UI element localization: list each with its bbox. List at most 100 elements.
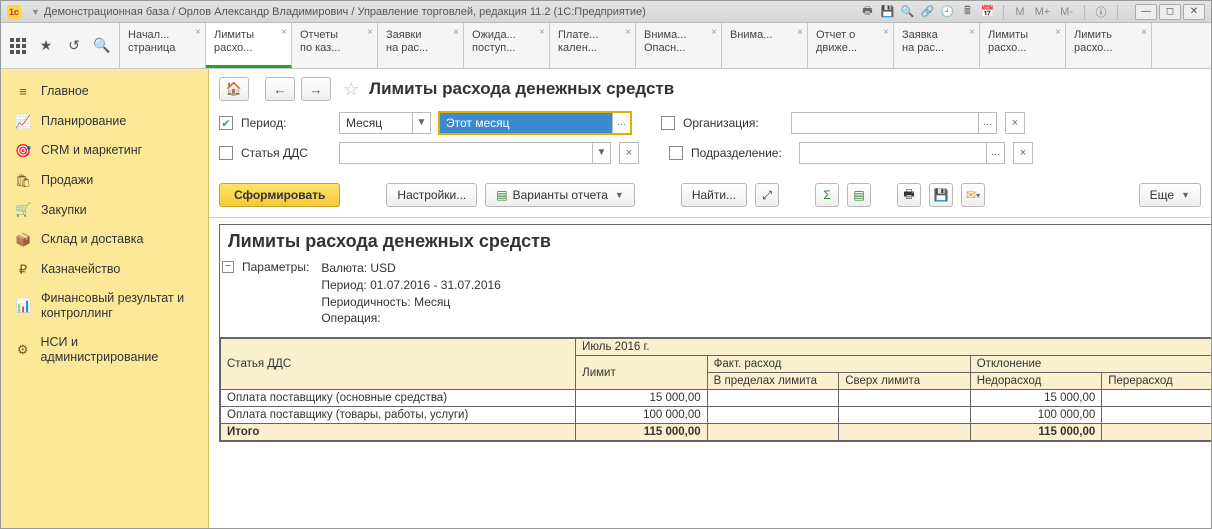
ellipsis-icon[interactable]: … — [612, 113, 630, 133]
calc-icon[interactable]: 🖩 — [960, 5, 974, 19]
generate-button[interactable]: Сформировать — [219, 183, 340, 207]
tab-close-icon[interactable]: × — [453, 27, 459, 39]
chevron-down-icon[interactable]: ▼ — [592, 143, 610, 163]
tab-6[interactable]: ×Внима...Опасн... — [636, 23, 722, 68]
history-icon[interactable]: ↺ — [65, 37, 83, 55]
sidebar-item-1[interactable]: 📈Планирование — [1, 107, 208, 137]
mail-icon[interactable]: ✉▾ — [961, 183, 985, 207]
sidebar-item-3[interactable]: 🛍Продажи — [1, 166, 208, 196]
tab-9[interactable]: ×Заявкана рас... — [894, 23, 980, 68]
tab-2[interactable]: ×Отчетыпо каз... — [292, 23, 378, 68]
titlebar-tools: 🖶 💾 🔍 🔗 🕘 🖩 📅 M M+ M- ⓘ — ◻ ✕ — [860, 4, 1205, 20]
sidebar-icon: 🎯 — [15, 143, 31, 159]
sidebar-item-0[interactable]: ≡Главное — [1, 77, 208, 107]
sum-icon[interactable]: Σ — [815, 183, 839, 207]
sidebar-item-label: Планирование — [41, 114, 126, 129]
table-row[interactable]: Оплата поставщику (товары, работы, услуг… — [221, 407, 1212, 424]
tab-close-icon[interactable]: × — [625, 27, 631, 39]
period-value-combo[interactable]: Этот месяц… — [439, 112, 631, 134]
tab-close-icon[interactable]: × — [367, 27, 373, 39]
settings-button[interactable]: Настройки... — [386, 183, 477, 207]
forward-button[interactable]: → — [301, 77, 331, 101]
tab-close-icon[interactable]: × — [969, 27, 975, 39]
table-row[interactable]: Оплата поставщику (основные средства) 15… — [221, 390, 1212, 407]
search-icon[interactable]: 🔍 — [900, 5, 914, 19]
favorite-star-icon[interactable]: ☆ — [343, 79, 359, 100]
favorites-icon[interactable]: ★ — [37, 37, 55, 55]
sidebar-icon: ≡ — [15, 84, 31, 100]
col-month: Июль 2016 г. — [576, 339, 1211, 356]
tab-close-icon[interactable]: × — [1055, 27, 1061, 39]
app-window: 1c ▼ Демонстрационная база / Орлов Алекс… — [0, 0, 1212, 529]
print-report-icon[interactable]: 🖶 — [897, 183, 921, 207]
sidebar-item-5[interactable]: 📦Склад и доставка — [1, 225, 208, 255]
dds-clear-button[interactable]: × — [619, 142, 639, 164]
dept-checkbox[interactable] — [669, 146, 683, 160]
back-button[interactable]: ← — [265, 77, 295, 101]
tab-3[interactable]: ×Заявкина рас... — [378, 23, 464, 68]
chart-icon[interactable]: ▤ — [847, 183, 871, 207]
link-icon[interactable]: 🔗 — [920, 5, 934, 19]
search-tabs-icon[interactable]: 🔍 — [93, 37, 111, 55]
tab-close-icon[interactable]: × — [281, 27, 287, 39]
tab-close-icon[interactable]: × — [539, 27, 545, 39]
period-checkbox[interactable]: ✔ — [219, 116, 233, 130]
find-button[interactable]: Найти... — [681, 183, 747, 207]
tab-5[interactable]: ×Плате...кален... — [550, 23, 636, 68]
dept-label: Подразделение: — [691, 146, 791, 160]
print-icon[interactable]: 🖶 — [860, 5, 874, 19]
tab-close-icon[interactable]: × — [711, 27, 717, 39]
mem-mminus[interactable]: M- — [1058, 6, 1075, 18]
org-checkbox[interactable] — [661, 116, 675, 130]
org-clear-button[interactable]: × — [1005, 112, 1025, 134]
calendar-icon[interactable]: 📅 — [980, 5, 994, 19]
report-variants-button[interactable]: ▤Варианты отчета▼ — [485, 183, 635, 207]
save-icon[interactable]: 💾 — [880, 5, 894, 19]
page-title: Лимиты расхода денежных средств — [369, 79, 674, 99]
close-button[interactable]: ✕ — [1183, 4, 1205, 20]
tab-10[interactable]: ×Лимитырасхо... — [980, 23, 1066, 68]
tab-close-icon[interactable]: × — [883, 27, 889, 39]
minimize-button[interactable]: — — [1135, 4, 1157, 20]
sidebar-item-8[interactable]: ⚙НСИ и администрирование — [1, 328, 208, 372]
ellipsis-icon[interactable]: … — [986, 143, 1004, 163]
dds-checkbox[interactable] — [219, 146, 233, 160]
tab-close-icon[interactable]: × — [1141, 27, 1147, 39]
dds-combo[interactable]: ▼ — [339, 142, 611, 164]
mem-m[interactable]: M — [1013, 6, 1026, 18]
sidebar-item-6[interactable]: ₽Казначейство — [1, 255, 208, 285]
tab-0[interactable]: ×Начал...страница — [120, 23, 206, 68]
org-combo[interactable]: … — [791, 112, 997, 134]
expand-icon[interactable]: ⤢ — [755, 183, 779, 207]
tab-close-icon[interactable]: × — [195, 27, 201, 39]
ellipsis-icon[interactable]: … — [978, 113, 996, 133]
mem-mplus[interactable]: M+ — [1033, 6, 1053, 18]
params-collapse-button[interactable]: − — [222, 261, 234, 273]
tab-4[interactable]: ×Ожида...поступ... — [464, 23, 550, 68]
tabs-left-tools: ★ ↺ 🔍 — [1, 23, 120, 68]
apps-grid-icon[interactable] — [9, 37, 27, 55]
tab-1[interactable]: ×Лимитырасхо... — [206, 23, 292, 68]
dept-combo[interactable]: … — [799, 142, 1005, 164]
tab-close-icon[interactable]: × — [797, 27, 803, 39]
tab-11[interactable]: ×Лимитьрасхо... — [1066, 23, 1152, 68]
app-icon: 1c — [7, 5, 21, 19]
clock-icon[interactable]: 🕘 — [940, 5, 954, 19]
dept-clear-button[interactable]: × — [1013, 142, 1033, 164]
info-icon[interactable]: ⓘ — [1094, 5, 1108, 19]
save-report-icon[interactable]: 💾 — [929, 183, 953, 207]
tab-7[interactable]: ×Внима... — [722, 23, 808, 68]
more-button[interactable]: Еще▼ — [1139, 183, 1201, 207]
sidebar-item-4[interactable]: 🛒Закупки — [1, 195, 208, 225]
sidebar-icon: ₽ — [15, 262, 31, 278]
sidebar-icon: ⚙ — [15, 342, 30, 358]
app-menu-arrow[interactable]: ▼ — [31, 7, 40, 17]
home-button[interactable]: 🏠 — [219, 77, 249, 101]
tab-8[interactable]: ×Отчет одвиже... — [808, 23, 894, 68]
chevron-down-icon[interactable]: ▼ — [412, 113, 430, 133]
sidebar-item-2[interactable]: 🎯CRM и маркетинг — [1, 136, 208, 166]
period-type-combo[interactable]: Месяц▼ — [339, 112, 431, 134]
maximize-button[interactable]: ◻ — [1159, 4, 1181, 20]
sidebar-item-7[interactable]: 📊Финансовый результат и контроллинг — [1, 284, 208, 328]
open-tabs: ×Начал...страница×Лимитырасхо...×Отчетып… — [120, 23, 1211, 68]
